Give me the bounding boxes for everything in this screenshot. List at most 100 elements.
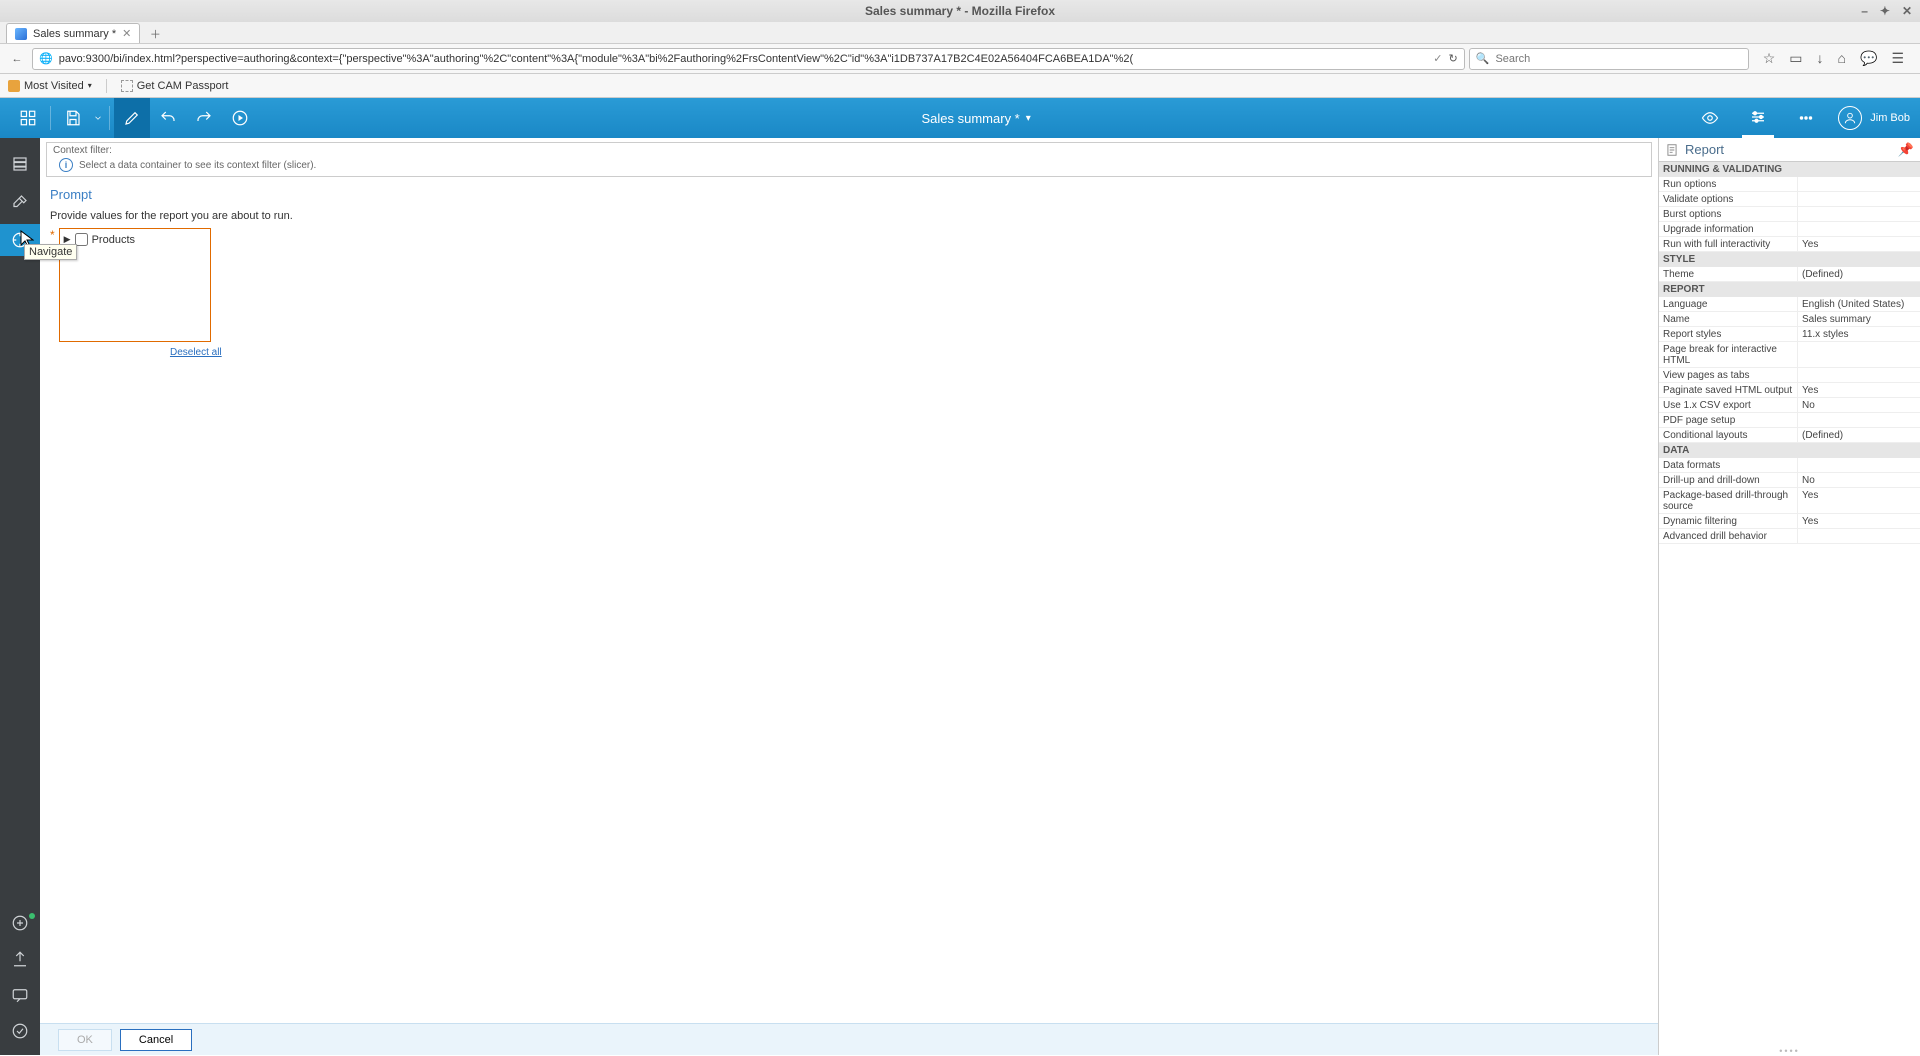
reader-mode-icon[interactable]: ✓ [1433, 52, 1442, 65]
check-circle-icon [11, 1022, 29, 1040]
required-indicator: * [50, 228, 55, 242]
document-dropdown[interactable]: ▾ [1026, 113, 1031, 124]
left-rail: Navigate [0, 138, 40, 1055]
tree-item[interactable]: ▶ Products [64, 233, 206, 246]
home-icon[interactable]: ⌂ [1838, 50, 1846, 67]
url-bar[interactable]: 🌐 ✓ ↻ [32, 48, 1465, 70]
prop-row[interactable]: View pages as tabs [1659, 368, 1920, 383]
rail-upload-button[interactable] [0, 943, 40, 975]
prop-row[interactable]: Use 1.x CSV exportNo [1659, 398, 1920, 413]
downloads-icon[interactable]: ↓ [1817, 50, 1824, 67]
undo-button[interactable] [150, 98, 186, 138]
pencil-icon [123, 109, 141, 127]
bookmark-get-cam[interactable]: Get CAM Passport [121, 80, 229, 92]
tooltip: Navigate [24, 244, 77, 260]
more-button[interactable] [1790, 98, 1822, 138]
run-button[interactable] [222, 98, 258, 138]
reload-icon[interactable]: ↻ [1449, 52, 1458, 65]
search-bar[interactable]: 🔍 [1469, 48, 1749, 70]
user-name: Jim Bob [1870, 112, 1910, 124]
rail-chat-button[interactable] [0, 979, 40, 1011]
prop-row[interactable]: Validate options [1659, 192, 1920, 207]
play-icon [231, 109, 249, 127]
prop-row[interactable]: PDF page setup [1659, 413, 1920, 428]
app-home-button[interactable] [10, 98, 46, 138]
prop-row[interactable]: Conditional layouts(Defined) [1659, 428, 1920, 443]
chat-icon[interactable]: 💬 [1860, 50, 1877, 67]
search-icon: 🔍 [1476, 52, 1490, 65]
ok-button[interactable]: OK [58, 1029, 112, 1051]
bookmark-most-visited[interactable]: Most Visited ▾ [8, 80, 92, 92]
context-filter-bar: Context filter: i Select a data containe… [46, 142, 1652, 177]
url-input[interactable] [59, 53, 1428, 65]
rail-data-button[interactable] [0, 148, 40, 180]
edit-button[interactable] [114, 98, 150, 138]
identity-icon: 🌐 [39, 52, 53, 65]
prop-row[interactable]: Burst options [1659, 207, 1920, 222]
prop-row[interactable]: Data formats [1659, 458, 1920, 473]
properties-panel: Report 📌 RUNNING & VALIDATING Run option… [1658, 138, 1920, 1055]
properties-button[interactable] [1742, 98, 1774, 138]
section-style: STYLE [1659, 252, 1920, 267]
prop-row[interactable]: Paginate saved HTML outputYes [1659, 383, 1920, 398]
user-menu[interactable]: Jim Bob [1838, 106, 1910, 130]
window-minimize-button[interactable]: – [1861, 4, 1868, 18]
section-report: REPORT [1659, 282, 1920, 297]
rail-check-button[interactable] [0, 1015, 40, 1047]
rail-add-button[interactable] [0, 907, 40, 939]
chevron-down-icon [93, 109, 103, 127]
prompt-tree[interactable]: ▶ Products [59, 228, 211, 342]
window-maximize-button[interactable]: ✦ [1880, 4, 1890, 18]
hammer-icon [11, 193, 29, 211]
tree-item-label: Products [92, 234, 135, 246]
chevron-down-icon: ▾ [88, 81, 92, 90]
prop-row[interactable]: Page break for interactive HTML [1659, 342, 1920, 368]
bookmark-star-icon[interactable]: ☆ [1763, 50, 1776, 67]
properties-header: Report 📌 [1659, 138, 1920, 162]
tab-favicon [15, 28, 27, 40]
redo-button[interactable] [186, 98, 222, 138]
tab-close-button[interactable]: ✕ [122, 27, 131, 40]
pin-icon[interactable]: 📌 [1898, 142, 1914, 158]
status-dot [29, 913, 35, 919]
window-close-button[interactable]: ✕ [1902, 4, 1912, 18]
prop-row[interactable]: Advanced drill behavior [1659, 529, 1920, 544]
prop-row[interactable]: Run with full interactivityYes [1659, 237, 1920, 252]
prop-row[interactable]: Package-based drill-through sourceYes [1659, 488, 1920, 514]
prop-row[interactable]: NameSales summary [1659, 312, 1920, 327]
prop-row[interactable]: LanguageEnglish (United States) [1659, 297, 1920, 312]
save-button[interactable] [55, 98, 91, 138]
prop-row[interactable]: Theme(Defined) [1659, 267, 1920, 282]
context-filter-label: Context filter: [53, 145, 1645, 156]
prop-row[interactable]: Run options [1659, 177, 1920, 192]
browser-tab[interactable]: Sales summary * ✕ [6, 23, 140, 43]
prompt-footer: OK Cancel [40, 1023, 1658, 1055]
app-toolbar: Sales summary * ▾ Jim Bob [0, 98, 1920, 138]
rail-toolbox-button[interactable] [0, 186, 40, 218]
plus-circle-icon [11, 914, 29, 932]
avatar-icon [1838, 106, 1862, 130]
pocket-icon[interactable]: ▭ [1789, 50, 1802, 67]
new-tab-button[interactable]: ＋ [144, 25, 166, 43]
window-title: Sales summary * - Mozilla Firefox [865, 4, 1055, 18]
prop-row[interactable]: Drill-up and drill-downNo [1659, 473, 1920, 488]
preview-button[interactable] [1694, 98, 1726, 138]
cancel-button[interactable]: Cancel [120, 1029, 192, 1051]
deselect-all-link[interactable]: Deselect all [170, 347, 222, 358]
prompt-area: Prompt Provide values for the report you… [40, 181, 1658, 1023]
prop-row[interactable]: Dynamic filteringYes [1659, 514, 1920, 529]
window-titlebar: Sales summary * - Mozilla Firefox – ✦ ✕ [0, 0, 1920, 22]
section-running: RUNNING & VALIDATING [1659, 162, 1920, 177]
save-dropdown-button[interactable] [91, 98, 105, 138]
database-icon [11, 155, 29, 173]
nav-back-button[interactable]: ← [6, 48, 28, 70]
search-input[interactable] [1495, 53, 1741, 65]
save-icon [64, 109, 82, 127]
redo-icon [195, 109, 213, 127]
prop-row[interactable]: Report styles11.x styles [1659, 327, 1920, 342]
menu-icon[interactable]: ☰ [1891, 50, 1904, 67]
panel-resize-handle[interactable]: •••• [1659, 1047, 1920, 1055]
prop-row[interactable]: Upgrade information [1659, 222, 1920, 237]
grid-icon [19, 109, 37, 127]
undo-icon [159, 109, 177, 127]
